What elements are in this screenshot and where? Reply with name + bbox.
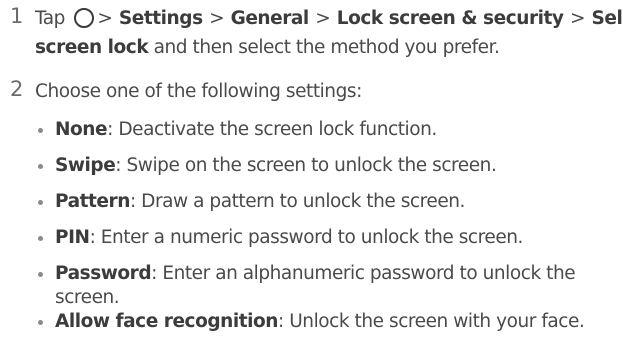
tap-text: Tap [35,8,65,29]
select-label: Select [591,8,623,29]
general-label: General [230,8,310,29]
arrow-separator: > [315,8,331,29]
list-item: Allow face recognition: Unlock the scree… [55,311,585,332]
bullet-icon [38,236,43,241]
list-item: None: Deactivate the screen lock functio… [55,119,437,140]
arrow-separator: > [569,8,586,29]
arrow-separator: > [209,8,225,29]
bullet-icon [38,164,43,169]
list-item: Swipe: Swipe on the screen to unlock the… [55,155,497,176]
bullet-icon [38,200,43,205]
list-item: PIN: Enter a numeric password to unlock … [55,227,523,248]
settings-label: Settings [118,8,203,29]
home-icon [74,8,95,28]
step-1-rest-text: and then select the method you prefer. [153,37,500,58]
step-number: 2 [10,77,24,101]
arrow-separator: > [97,8,113,29]
bullet-icon [38,128,43,133]
bullet-icon [38,272,43,277]
step-2-text: Choose one of the following settings: [35,81,362,102]
list-item: Password: Enter an alphanumeric password… [55,263,576,284]
screen-lock-label: screen lock [35,37,149,58]
step-1-line-2: screen lock and then select the method y… [35,33,500,63]
lock-screen-security-label: Lock screen & security [336,8,564,29]
step-number: 1 [10,4,24,28]
list-item: Pattern: Draw a pattern to unlock the sc… [55,191,465,212]
bullet-icon [38,320,43,325]
step-1-line-1: Tap > Settings > General > Lock screen &… [35,4,623,34]
